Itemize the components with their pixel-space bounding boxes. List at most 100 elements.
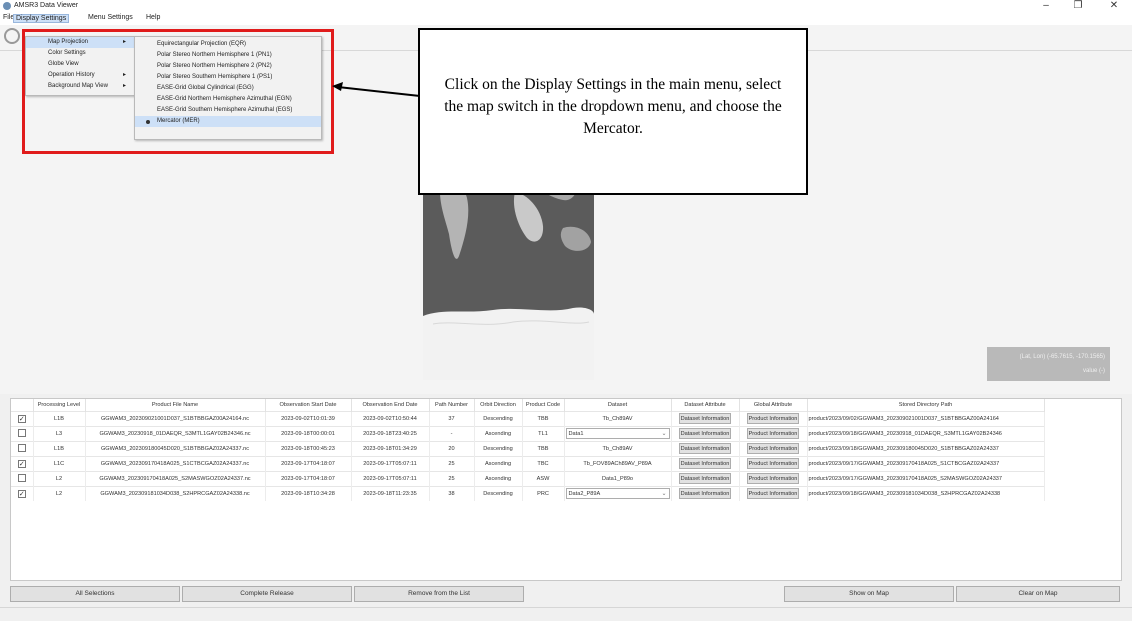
orbit-direction: Ascending (484, 430, 512, 437)
dataset-value: Tb_Ch89AV (602, 445, 633, 452)
dataset-information-button[interactable]: Dataset Information (678, 488, 732, 500)
product-code: TL1 (538, 430, 548, 437)
all-selections-button[interactable]: All Selections (10, 586, 180, 602)
complete-release-button[interactable]: Complete Release (182, 586, 352, 602)
product-information-button[interactable]: Product Information (746, 473, 800, 484)
product-file-name: GGWAM3_202309181034D038_S2HPRCGAZ02A2433… (100, 490, 250, 497)
menu-bar: File Display Settings Menu Settings Help (0, 13, 1132, 25)
column-header[interactable]: Product Code (522, 399, 565, 411)
instruction-callout: Click on the Display Settings in the mai… (418, 28, 808, 195)
product-information-button[interactable]: Product Information (746, 413, 800, 424)
dataset-value: Data1_P89o (601, 475, 634, 482)
dataset-value: Tb_Ch89AV (602, 415, 633, 422)
value-readout: value (-) (1082, 368, 1105, 374)
path-number: 37 (448, 415, 455, 422)
orbit-direction: Ascending (484, 475, 512, 482)
table-row[interactable]: ✓ L1B GGWAM3_202309021001D037_S1BTBBGAZ00A… (11, 410, 1045, 426)
product-code: ASW (536, 475, 550, 482)
stored-directory-path: product/2023/09/18/GGWAM3_202309180045D0… (808, 445, 999, 452)
row-checkbox[interactable]: ✓ (17, 489, 26, 498)
column-header[interactable]: Observation End Date (351, 399, 430, 411)
dataset-information-button[interactable]: Dataset Information (678, 473, 732, 484)
app-icon (3, 2, 11, 10)
stored-directory-path: product/2023/09/18/GGWAM3_20230918_01DAE… (808, 430, 1002, 437)
close-button[interactable]: ✕ (1100, 0, 1128, 13)
product-information-button[interactable]: Product Information (746, 443, 800, 454)
callout-arrow (332, 82, 421, 97)
row-checkbox[interactable] (17, 473, 26, 482)
row-checkbox[interactable] (17, 428, 26, 437)
app-window: AMSR3 Data Viewer – ❐ ✕ File Display Set… (0, 0, 1132, 621)
orbit-direction: Ascending (484, 460, 512, 467)
dataset-information-button[interactable]: Dataset Information (678, 458, 732, 469)
observation-start-date: 2023-09-18T10:34:28 (281, 490, 335, 497)
column-header[interactable]: Global Attribute (739, 399, 808, 411)
show-on-map-button[interactable]: Show on Map (784, 586, 954, 602)
row-checkbox[interactable] (17, 443, 26, 452)
window-title: AMSR3 Data Viewer (14, 2, 79, 9)
dataset-select[interactable]: Data1 ⌄ (565, 428, 670, 439)
chevron-down-icon: ⌄ (661, 431, 667, 437)
column-header[interactable]: Dataset Attribute (671, 399, 740, 411)
remove-from-list-button[interactable]: Remove from the List (354, 586, 524, 602)
menu-menu-settings[interactable]: Menu Settings (88, 14, 133, 21)
orbit-direction: Descending (483, 445, 513, 452)
clear-on-map-button[interactable]: Clear on Map (956, 586, 1120, 602)
table-body: ✓ L1B GGWAM3_202309021001D037_S1BTBBGAZ00A… (11, 410, 1045, 501)
dataset-information-button[interactable]: Dataset Information (678, 428, 732, 439)
globe-tool-icon[interactable] (4, 28, 20, 44)
observation-start-date: 2023-09-17T04:18:07 (281, 460, 335, 467)
observation-start-date: 2023-09-18T00:45:23 (281, 445, 335, 452)
observation-end-date: 2023-09-18T01:34:29 (363, 445, 417, 452)
column-header[interactable]: Orbit Direction (474, 399, 523, 411)
product-file-name: GGWAM3_202309021001D037_S1BTBBGAZ00A2416… (100, 415, 250, 422)
column-header[interactable]: Observation Start Date (265, 399, 352, 411)
row-checkbox[interactable]: ✓ (17, 414, 26, 423)
observation-end-date: 2023-09-17T05:07:11 (363, 475, 417, 482)
stored-directory-path: product/2023/09/18/GGWAM3_202309181034D0… (808, 490, 1001, 497)
action-button-bar: All Selections Complete Release Remove f… (10, 586, 1122, 603)
path-number: 25 (448, 460, 455, 467)
table-row[interactable]: ✓ L2 GGWAM3_202309181034D038_S2HPRCGAZ02A2… (11, 485, 1045, 501)
table-row[interactable]: L3 GGWAM3_20230918_01DAEQR_S3MTL1GAY02B24… (11, 425, 1045, 441)
row-checkbox[interactable]: ✓ (17, 459, 26, 468)
column-header[interactable]: Dataset (564, 399, 672, 411)
product-information-button[interactable]: Product Information (746, 458, 800, 469)
dataset-select[interactable]: Data2_P89A ⌄ (565, 488, 670, 500)
path-number: 38 (448, 490, 455, 497)
product-file-name: GGWAM3_202309170418A025_S2MASWGOZ02A2433… (99, 475, 251, 482)
product-code: TBB (537, 415, 549, 422)
observation-start-date: 2023-09-02T10:01:39 (281, 415, 335, 422)
menu-display-settings[interactable]: Display Settings (13, 14, 70, 23)
processing-level: L2 (55, 475, 63, 482)
observation-start-date: 2023-09-17T04:18:07 (281, 475, 335, 482)
observation-end-date: 2023-09-18T11:23:35 (363, 490, 417, 497)
table-row[interactable]: L2 GGWAM3_202309170418A025_S2MASWGOZ02A24… (11, 470, 1045, 486)
path-number: 25 (448, 475, 455, 482)
column-header[interactable]: Processing Level (33, 399, 86, 411)
column-header[interactable]: Product File Name (85, 399, 266, 411)
minimize-button[interactable]: – (1032, 0, 1060, 13)
path-number: - (450, 430, 453, 437)
product-code: PRC (537, 490, 549, 497)
menu-help[interactable]: Help (146, 14, 160, 21)
chevron-down-icon: ⌄ (661, 491, 667, 498)
orbit-direction: Descending (483, 415, 513, 422)
highlight-box (22, 29, 334, 154)
product-information-button[interactable]: Product Information (746, 428, 800, 439)
product-table-container: Processing Level Product File Name Obser… (10, 398, 1122, 581)
product-information-button[interactable]: Product Information (746, 488, 800, 500)
table-row[interactable]: L1B GGWAM3_202309180045D020_S1BTBBGAZ02A2… (11, 440, 1045, 456)
dataset-information-button[interactable]: Dataset Information (678, 443, 732, 454)
column-header[interactable]: Stored Directory Path (807, 399, 1045, 411)
column-header[interactable]: Path Number (429, 399, 475, 411)
dataset-information-button[interactable]: Dataset Information (678, 413, 732, 424)
processing-level: L2 (55, 490, 63, 497)
dataset-value: Data1 (568, 431, 584, 437)
product-code: TBB (537, 445, 549, 452)
dataset-value: Data2_P89A (568, 491, 601, 498)
maximize-button[interactable]: ❐ (1064, 0, 1092, 13)
stored-directory-path: product/2023/09/02/GGWAM3_202309021001D0… (808, 415, 999, 422)
title-bar: AMSR3 Data Viewer – ❐ ✕ (0, 0, 1132, 13)
table-row[interactable]: ✓ L1C GGWAM3_202309170418A025_S1CTBCGAZ02A… (11, 455, 1045, 471)
